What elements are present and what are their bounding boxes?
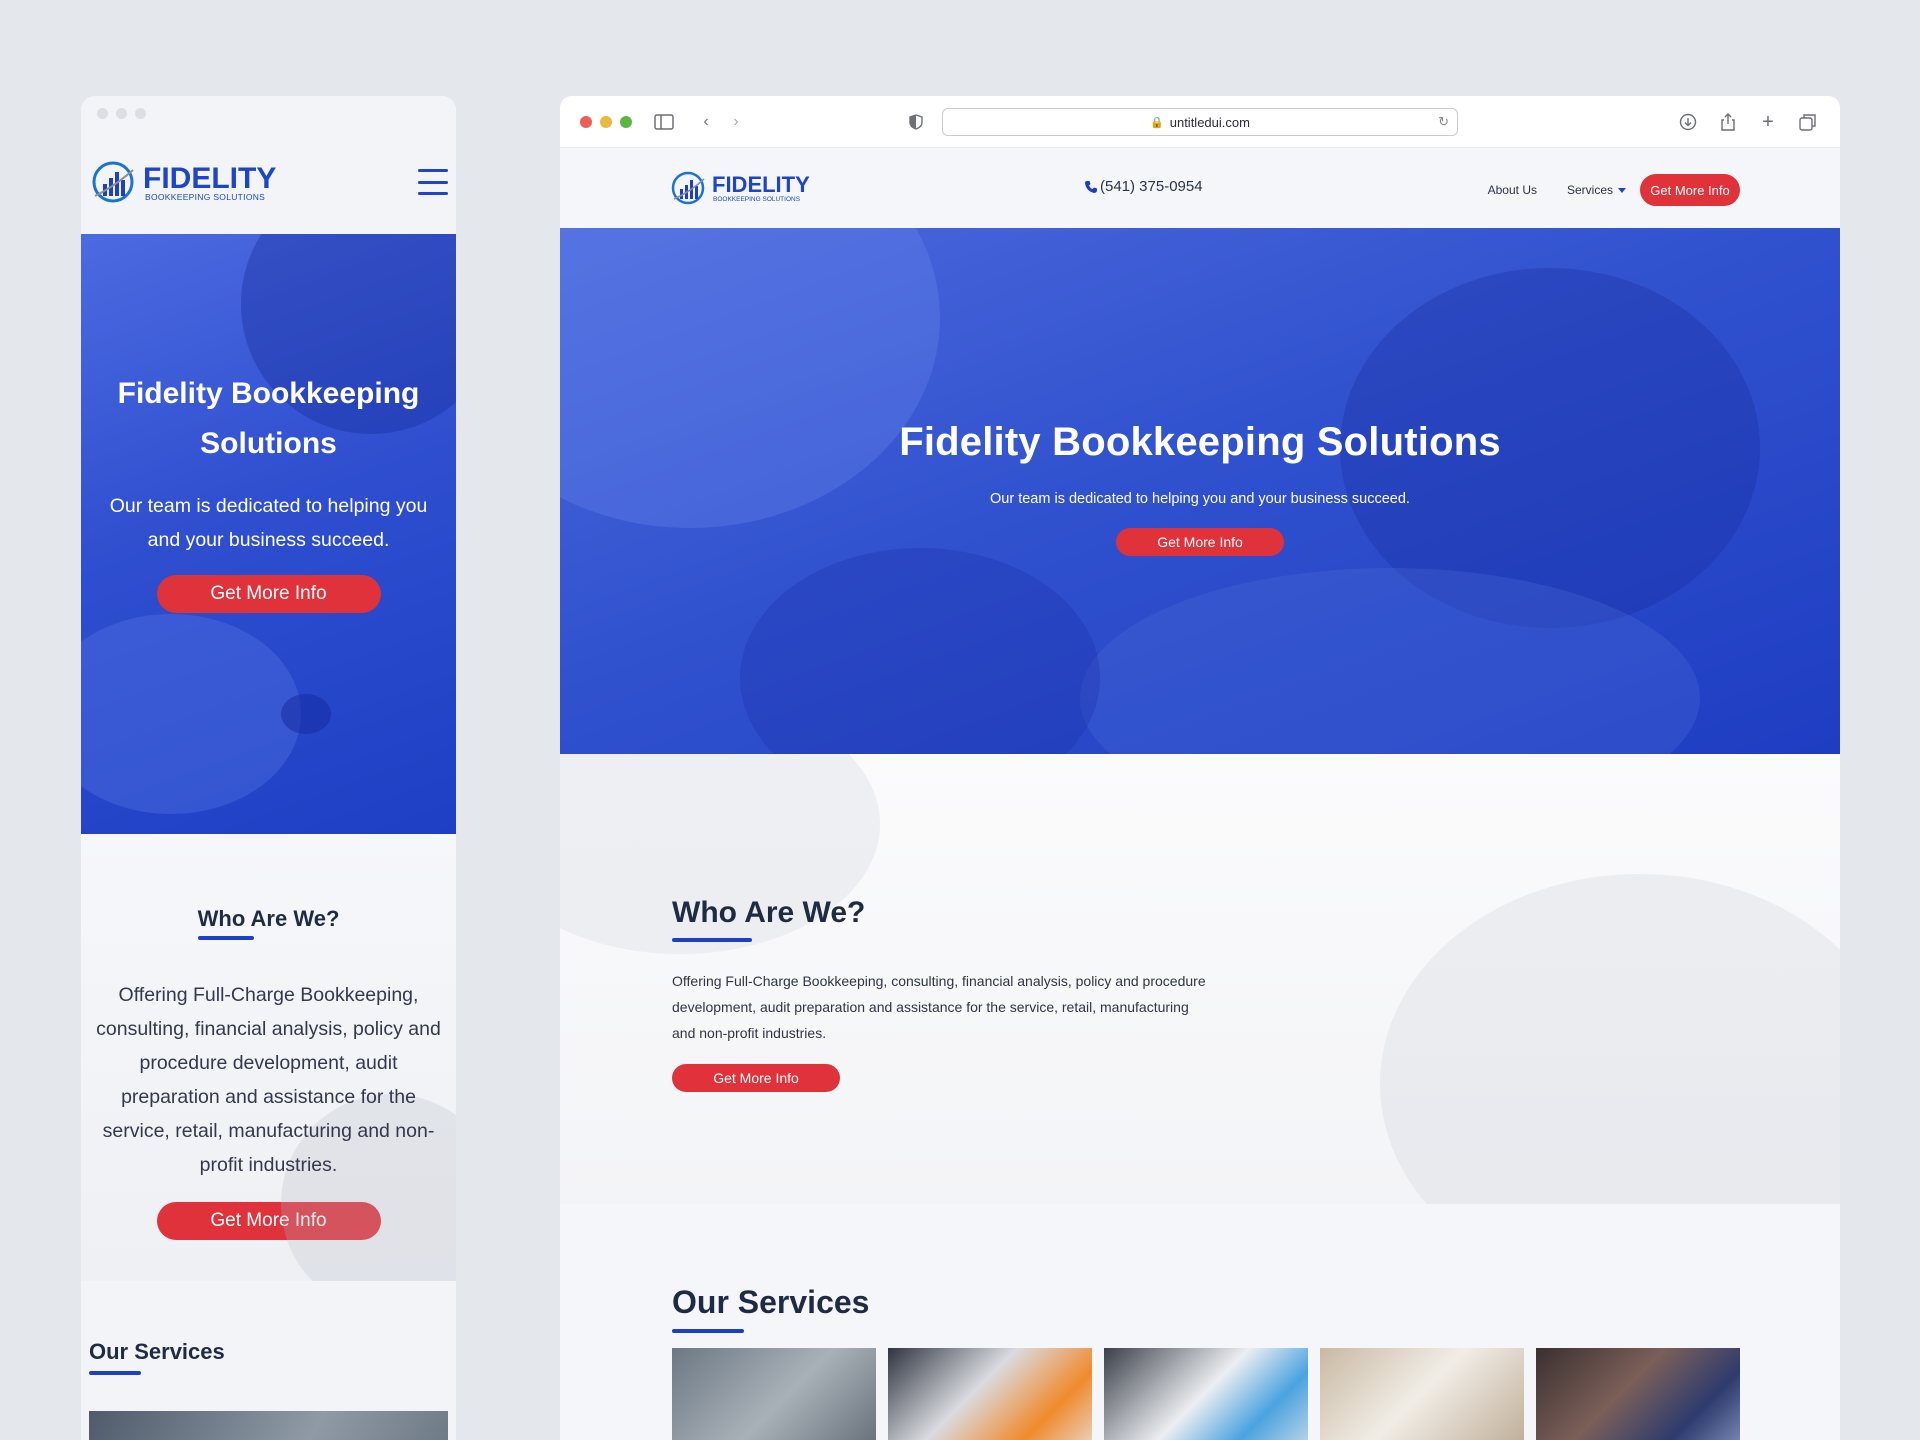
who-text: Offering Full-Charge Bookkeeping, consul… <box>672 973 1206 1041</box>
service-card[interactable] <box>888 1348 1092 1440</box>
download-icon[interactable] <box>1676 110 1700 134</box>
mobile-who-section: Who Are We? Offering Full-Charge Bookkee… <box>81 834 456 1281</box>
nav-about-us[interactable]: About Us <box>1488 183 1537 197</box>
service-card[interactable] <box>1320 1348 1524 1440</box>
reload-icon[interactable]: ↻ <box>1438 114 1449 130</box>
share-icon[interactable] <box>1716 110 1740 134</box>
window-dot <box>97 107 108 119</box>
mobile-services-section: Our Services <box>81 1281 456 1440</box>
maximize-window-button[interactable] <box>620 116 632 128</box>
forward-icon[interactable]: › <box>724 110 748 134</box>
brand-logo[interactable]: FIDELITY BOOKKEEPING SOLUTIONS <box>89 156 309 208</box>
brand-logo[interactable]: FIDELITY BOOKKEEPING SOLUTIONS <box>670 168 830 208</box>
services-section: Our Services <box>560 1204 1840 1440</box>
who-title: Who Are We? <box>672 896 866 929</box>
mobile-who-title: Who Are We? <box>197 906 340 931</box>
tabs-icon[interactable] <box>1796 110 1820 134</box>
service-card[interactable] <box>1536 1348 1740 1440</box>
lock-icon: 🔒 <box>1150 116 1164 129</box>
minimize-window-button[interactable] <box>600 116 612 128</box>
mobile-services-title: Our Services <box>89 1339 225 1364</box>
hero-section: Fidelity Bookkeeping Solutions Our team … <box>560 228 1840 754</box>
header-cta-button[interactable]: Get More Info <box>1640 174 1740 206</box>
mobile-hero-subtitle: Our team is dedicated to helping you and… <box>109 495 428 551</box>
mobile-header: FIDELITY BOOKKEEPING SOLUTIONS <box>81 130 456 234</box>
mobile-who-text: Offering Full-Charge Bookkeeping, consul… <box>96 984 441 1176</box>
mobile-services-underline <box>89 1371 141 1375</box>
window-dot <box>116 107 127 119</box>
brand-name: FIDELITY <box>143 162 276 195</box>
address-bar-url: untitledui.com <box>1169 114 1250 130</box>
header-phone-number: (541) 375-0954 <box>1100 178 1203 195</box>
services-cards <box>672 1348 1740 1440</box>
browser-toolbar: ‹ › 🔒 untitledui.com ↻ + <box>560 96 1840 148</box>
browser-window: ‹ › 🔒 untitledui.com ↻ + FIDELITY BOOKKE… <box>560 96 1840 1440</box>
who-content: Who Are We? Offering Full-Charge Bookkee… <box>672 896 1212 1092</box>
hero-title: Fidelity Bookkeeping Solutions <box>899 420 1501 464</box>
mobile-hero: Fidelity Bookkeeping Solutions Our team … <box>81 234 456 834</box>
brand-tagline: BOOKKEEPING SOLUTIONS <box>713 196 801 203</box>
who-cta-button[interactable]: Get More Info <box>672 1064 840 1092</box>
hero-subtitle: Our team is dedicated to helping you and… <box>990 491 1410 507</box>
main-nav: About Us Services Get More Info <box>1488 174 1740 206</box>
site-header: FIDELITY BOOKKEEPING SOLUTIONS (541) 375… <box>560 148 1840 228</box>
address-bar[interactable]: 🔒 untitledui.com ↻ <box>942 108 1458 136</box>
nav-services-dropdown[interactable]: Services <box>1567 183 1626 197</box>
mobile-hero-cta-button[interactable]: Get More Info <box>156 575 381 613</box>
window-dot <box>135 107 146 119</box>
sidebar-icon[interactable] <box>652 110 676 134</box>
service-card[interactable] <box>672 1348 876 1440</box>
new-tab-icon[interactable]: + <box>1756 110 1780 134</box>
services-title: Our Services <box>672 1284 870 1320</box>
header-phone[interactable]: (541) 375-0954 <box>1084 178 1203 195</box>
who-section: Who Are We? Offering Full-Charge Bookkee… <box>560 754 1840 1204</box>
hero-cta-button[interactable]: Get More Info <box>1116 528 1284 556</box>
phone-icon <box>1085 180 1097 193</box>
who-underline <box>672 938 752 942</box>
back-icon[interactable]: ‹ <box>694 110 718 134</box>
menu-icon[interactable] <box>418 169 448 195</box>
brand-tagline: BOOKKEEPING SOLUTIONS <box>145 192 265 202</box>
chevron-down-icon <box>1618 188 1626 194</box>
services-underline <box>672 1329 744 1333</box>
mobile-window-bar <box>81 96 456 130</box>
mobile-preview: FIDELITY BOOKKEEPING SOLUTIONS Fidelity … <box>81 96 456 1440</box>
mobile-hero-title: Fidelity Bookkeeping Solutions <box>117 377 420 460</box>
close-window-button[interactable] <box>580 116 592 128</box>
mobile-service-image[interactable] <box>89 1411 448 1440</box>
mobile-who-underline <box>197 936 254 940</box>
nav-services-label: Services <box>1566 183 1613 197</box>
shield-icon[interactable] <box>904 110 928 134</box>
service-card[interactable] <box>1104 1348 1308 1440</box>
brand-name: FIDELITY <box>712 172 810 197</box>
